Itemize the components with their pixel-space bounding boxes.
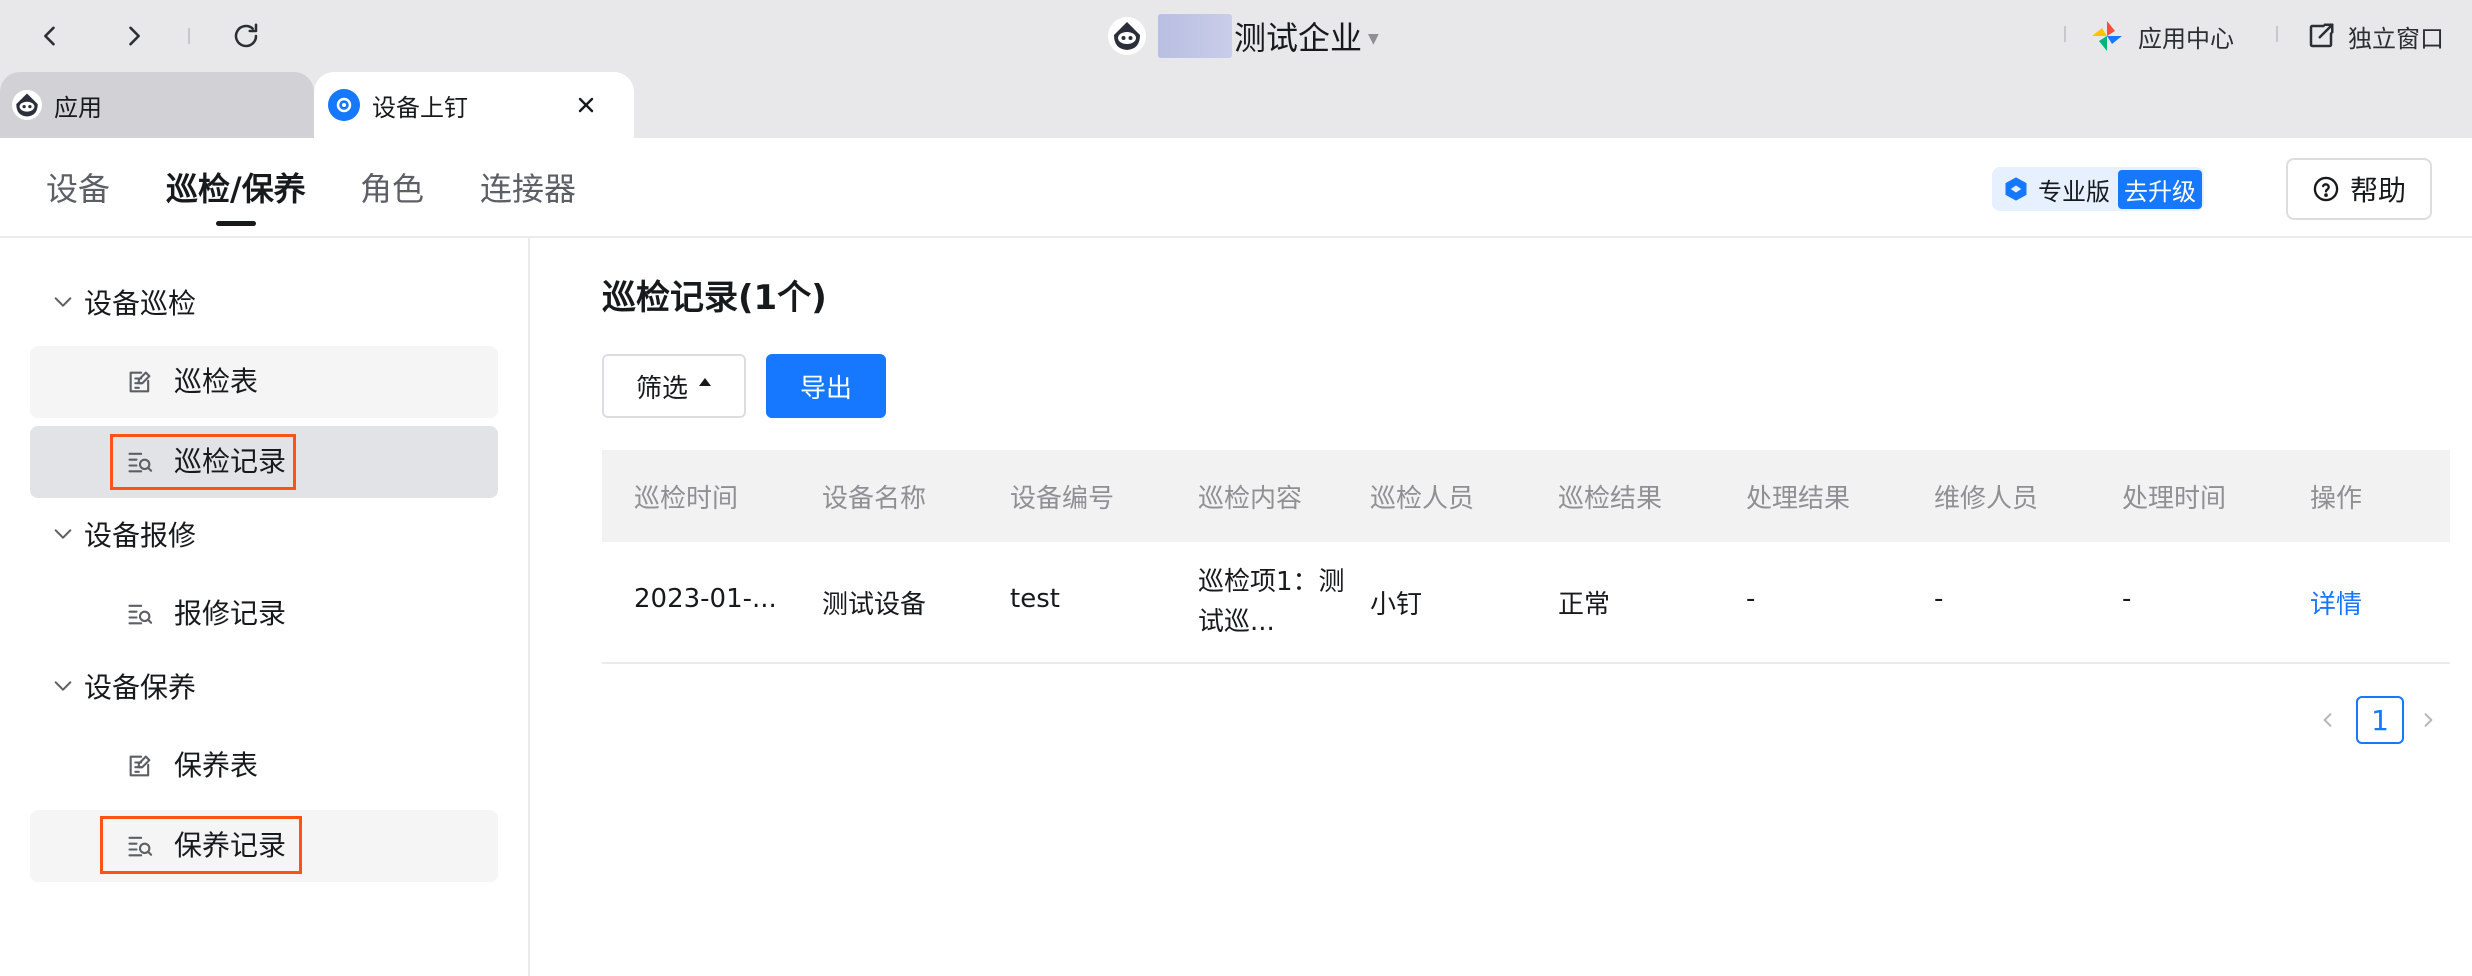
- filter-button[interactable]: 筛选: [602, 354, 746, 418]
- column-header: 设备名称: [822, 484, 927, 514]
- sidebar-item-label: 报修记录: [174, 597, 287, 630]
- sidebar-group-label: 设备巡检: [84, 287, 197, 320]
- standalone-window-label: 独立窗口: [2348, 24, 2444, 53]
- question-circle-icon: [2313, 176, 2339, 202]
- cell-handle-result: -: [1746, 584, 1756, 614]
- caret-up-icon: [699, 378, 711, 386]
- column-header: 设备编号: [1010, 484, 1115, 514]
- chevron-right-icon: [129, 26, 140, 46]
- table-row[interactable]: 2023-01-... 测试设备 test 巡检项1：测试巡... 小钉 正常 …: [602, 542, 2450, 664]
- chevron-left-icon: [2323, 713, 2332, 727]
- standalone-window-button[interactable]: 独立窗口: [2306, 14, 2444, 58]
- search-list-icon: [128, 452, 153, 473]
- chevron-down-icon: [54, 681, 72, 691]
- tab-roles[interactable]: 角色: [360, 163, 424, 211]
- sidebar-item-label: 保养记录: [174, 829, 287, 862]
- column-header: 处理结果: [1746, 484, 1851, 514]
- column-header: 处理时间: [2122, 484, 2227, 514]
- tab-app[interactable]: 应用: [0, 72, 314, 138]
- column-header: 巡检人员: [1370, 484, 1475, 514]
- edit-form-icon: [129, 755, 151, 777]
- column-header: 巡检结果: [1558, 484, 1663, 514]
- cell-inspection-content: 巡检项1：测试巡...: [1198, 567, 1345, 637]
- robot-icon: [1114, 22, 1140, 50]
- device-app-icon: [328, 89, 360, 121]
- tab-connectors[interactable]: 连接器: [480, 163, 576, 211]
- caret-down-icon: ▼: [1368, 31, 1379, 47]
- tab-device[interactable]: 设备: [46, 163, 110, 211]
- sidebar-group-label: 设备保养: [84, 671, 197, 704]
- search-list-icon: [128, 604, 153, 625]
- refresh-icon: [234, 23, 258, 48]
- chevron-right-icon: [2424, 713, 2433, 727]
- help-label: 帮助: [2349, 174, 2406, 207]
- close-icon: [578, 97, 594, 113]
- cell-repairer: -: [1934, 584, 1944, 614]
- sidebar-item-label: 巡检记录: [174, 445, 287, 478]
- tab-device-onboarding[interactable]: 设备上钉: [314, 72, 634, 138]
- column-header: 巡检时间: [634, 484, 739, 514]
- active-tab-indicator: [216, 221, 256, 226]
- filter-label: 筛选: [635, 373, 688, 404]
- cell-inspection-result: 正常: [1558, 590, 1611, 620]
- sidebar-item-inspection-form[interactable]: 巡检表: [30, 346, 498, 418]
- tab-close-button[interactable]: [570, 89, 602, 121]
- details-link[interactable]: 详情: [2310, 584, 2362, 621]
- tab-device-label: 设备上钉: [372, 93, 468, 122]
- page-title: 巡检记录(1个): [602, 278, 827, 318]
- robot-avatar: [1108, 17, 1146, 55]
- pagination-page-1[interactable]: 1: [2356, 696, 2404, 744]
- column-header: 巡检内容: [1198, 484, 1303, 514]
- sidebar-group-label: 设备报修: [84, 519, 197, 552]
- tab-inspection-maintenance[interactable]: 巡检/保养: [166, 163, 306, 211]
- back-button[interactable]: [24, 10, 76, 62]
- app-center-button[interactable]: 应用中心: [2090, 14, 2234, 58]
- column-header: 操作: [2310, 484, 2363, 514]
- column-header: 维修人员: [1934, 484, 2039, 514]
- pagination-prev-button[interactable]: [2308, 700, 2348, 740]
- pro-edition-label: 专业版: [2038, 177, 2110, 206]
- sidebar-group-inspection[interactable]: 设备巡检: [52, 278, 196, 326]
- sidebar-group-repair[interactable]: 设备报修: [52, 510, 196, 558]
- toolbar-divider: [188, 28, 190, 44]
- help-button[interactable]: 帮助: [2286, 158, 2432, 220]
- cell-device-id: test: [1010, 584, 1060, 614]
- redacted-name-block: [1158, 14, 1232, 58]
- sidebar-item-label: 保养表: [174, 749, 259, 782]
- chevron-down-icon: [54, 297, 72, 307]
- title-divider-1: [2064, 26, 2066, 42]
- upgrade-button[interactable]: 去升级: [2118, 169, 2202, 209]
- pagination-next-button[interactable]: [2408, 700, 2448, 740]
- cell-handle-time: -: [2122, 584, 2132, 614]
- sidebar-item-label: 巡检表: [174, 365, 259, 398]
- forward-button[interactable]: [108, 10, 160, 62]
- sidebar-item-inspection-records[interactable]: 巡检记录: [30, 426, 498, 498]
- sidebar-item-repair-records[interactable]: 报修记录: [30, 578, 498, 650]
- app-center-icon: [2092, 21, 2122, 51]
- cell-device-name: 测试设备: [822, 590, 927, 620]
- sidebar-item-maintenance-form[interactable]: 保养表: [30, 730, 498, 802]
- tab-app-label: 应用: [54, 93, 102, 122]
- robot-icon: [16, 93, 38, 117]
- app-title-switcher[interactable]: 测试企业 ▼: [1108, 10, 1379, 62]
- cell-inspection-time: 2023-01-...: [634, 584, 777, 614]
- export-button[interactable]: 导出: [766, 354, 886, 418]
- pro-shield-icon: [2005, 177, 2027, 201]
- title-divider-2: [2276, 26, 2278, 42]
- pro-edition-badge[interactable]: 专业版 去升级: [1992, 167, 2204, 211]
- cell-inspector: 小钉: [1370, 590, 1423, 620]
- edit-form-icon: [129, 371, 151, 393]
- search-list-icon: [128, 836, 153, 857]
- tab-app-favicon: [12, 90, 42, 120]
- app-center-label: 应用中心: [2138, 24, 2234, 53]
- refresh-button[interactable]: [220, 10, 272, 62]
- sidebar-item-maintenance-records[interactable]: 保养记录: [30, 810, 498, 882]
- sidebar-group-maintenance[interactable]: 设备保养: [52, 662, 196, 710]
- chevron-down-icon: [54, 529, 72, 539]
- external-window-icon: [2309, 23, 2334, 48]
- table-header: 巡检时间 设备名称 设备编号 巡检内容 巡检人员 巡检结果 处理结果 维修人员 …: [602, 450, 2450, 542]
- app-title: 测试企业: [1234, 19, 1363, 57]
- chevron-left-icon: [44, 26, 55, 46]
